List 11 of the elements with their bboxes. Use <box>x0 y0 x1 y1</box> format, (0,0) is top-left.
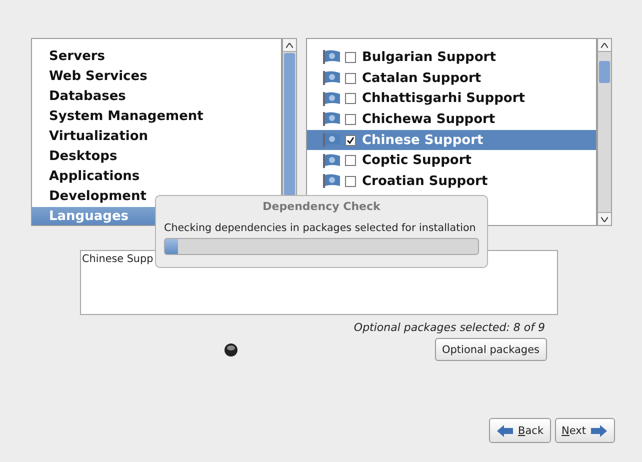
package-label: Bulgarian Support <box>362 50 496 65</box>
package-label: Chhattisgarhi Support <box>362 91 525 106</box>
package-label: Chinese Support <box>362 132 484 148</box>
package-label: Croatian Support <box>362 174 488 189</box>
dialog-title: Dependency Check <box>262 200 382 213</box>
dialog-message: Checking dependencies in packages selected for installation <box>164 222 476 234</box>
description-text: Chinese Supp <box>82 253 154 265</box>
package-label: Chichewa Support <box>362 112 496 127</box>
package-label: Catalan Support <box>362 70 482 86</box>
optional-count: Optional packages selected: 8 of 9 <box>352 321 545 334</box>
package-label: Coptic Support <box>362 153 472 168</box>
